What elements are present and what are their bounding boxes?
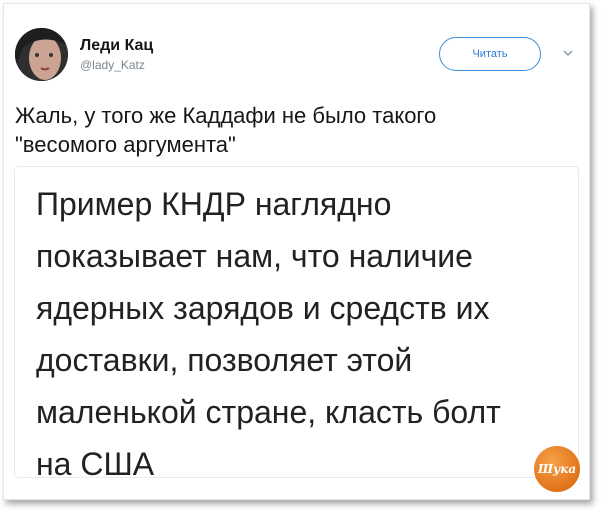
avatar[interactable] <box>15 28 68 81</box>
follow-button[interactable]: Читать <box>439 37 541 71</box>
watermark-logo: Шука <box>534 446 580 492</box>
chevron-down-icon[interactable] <box>562 46 574 58</box>
author-handle[interactable]: @lady_Katz <box>80 58 145 72</box>
tweet-text: Жаль, у того же Каддафи не было такого "… <box>15 103 437 157</box>
author-name[interactable]: Леди Кац <box>80 37 153 55</box>
quoted-image-text: Пример КНДР наглядно показывает нам, что… <box>36 186 501 482</box>
